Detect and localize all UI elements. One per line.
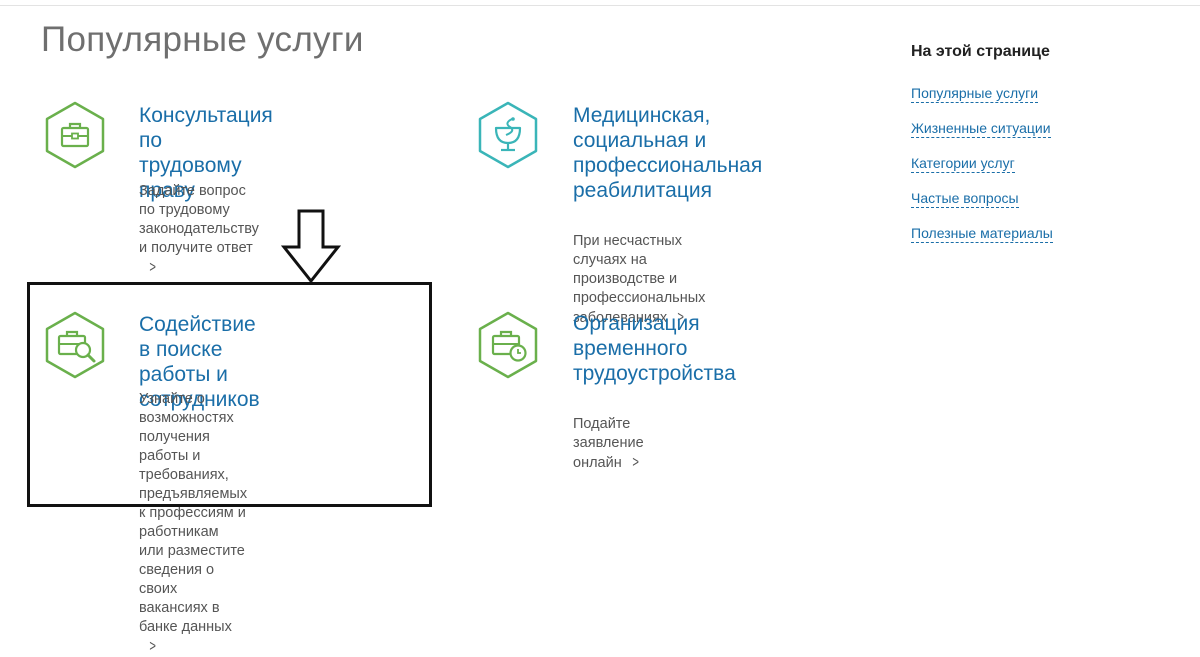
sidebar-link-faq[interactable]: Частые вопросы <box>911 190 1019 208</box>
sidebar-link-life-situations[interactable]: Жизненные ситуации <box>911 120 1051 138</box>
sidebar-heading: На этой странице <box>911 43 1050 60</box>
page-title: Популярные услуги <box>41 20 364 59</box>
service-description-job-search[interactable]: Узнайте о возможностях получения работы … <box>139 371 247 657</box>
service-description-temporary-employment[interactable]: Подайте заявление онлайн > <box>573 396 644 473</box>
service-description-text: Задайте вопрос по трудовому законодатель… <box>139 183 259 256</box>
service-title-medical-rehabilitation[interactable]: Медицинская, социальная и профессиональн… <box>573 103 762 203</box>
sidebar-link-useful-materials[interactable]: Полезные материалы <box>911 225 1053 243</box>
sidebar-link-popular-services[interactable]: Популярные услуги <box>911 85 1039 103</box>
medical-caduceus-icon[interactable] <box>474 101 542 169</box>
briefcase-search-icon[interactable] <box>41 311 109 379</box>
chevron-right-icon: > <box>632 454 639 471</box>
briefcase-icon[interactable] <box>41 101 109 169</box>
briefcase-clock-icon[interactable] <box>474 311 542 379</box>
service-description-text: Узнайте о возможностях получения работы … <box>139 391 248 635</box>
down-arrow-icon <box>280 209 342 284</box>
service-description-labor-consultation[interactable]: Задайте вопрос по трудовому законодатель… <box>139 163 259 278</box>
chevron-right-icon: > <box>149 638 156 655</box>
top-divider <box>0 5 1200 6</box>
service-title-temporary-employment[interactable]: Организация временного трудоустройства <box>573 311 736 386</box>
chevron-right-icon: > <box>149 259 156 276</box>
sidebar-link-service-categories[interactable]: Категории услуг <box>911 155 1015 173</box>
